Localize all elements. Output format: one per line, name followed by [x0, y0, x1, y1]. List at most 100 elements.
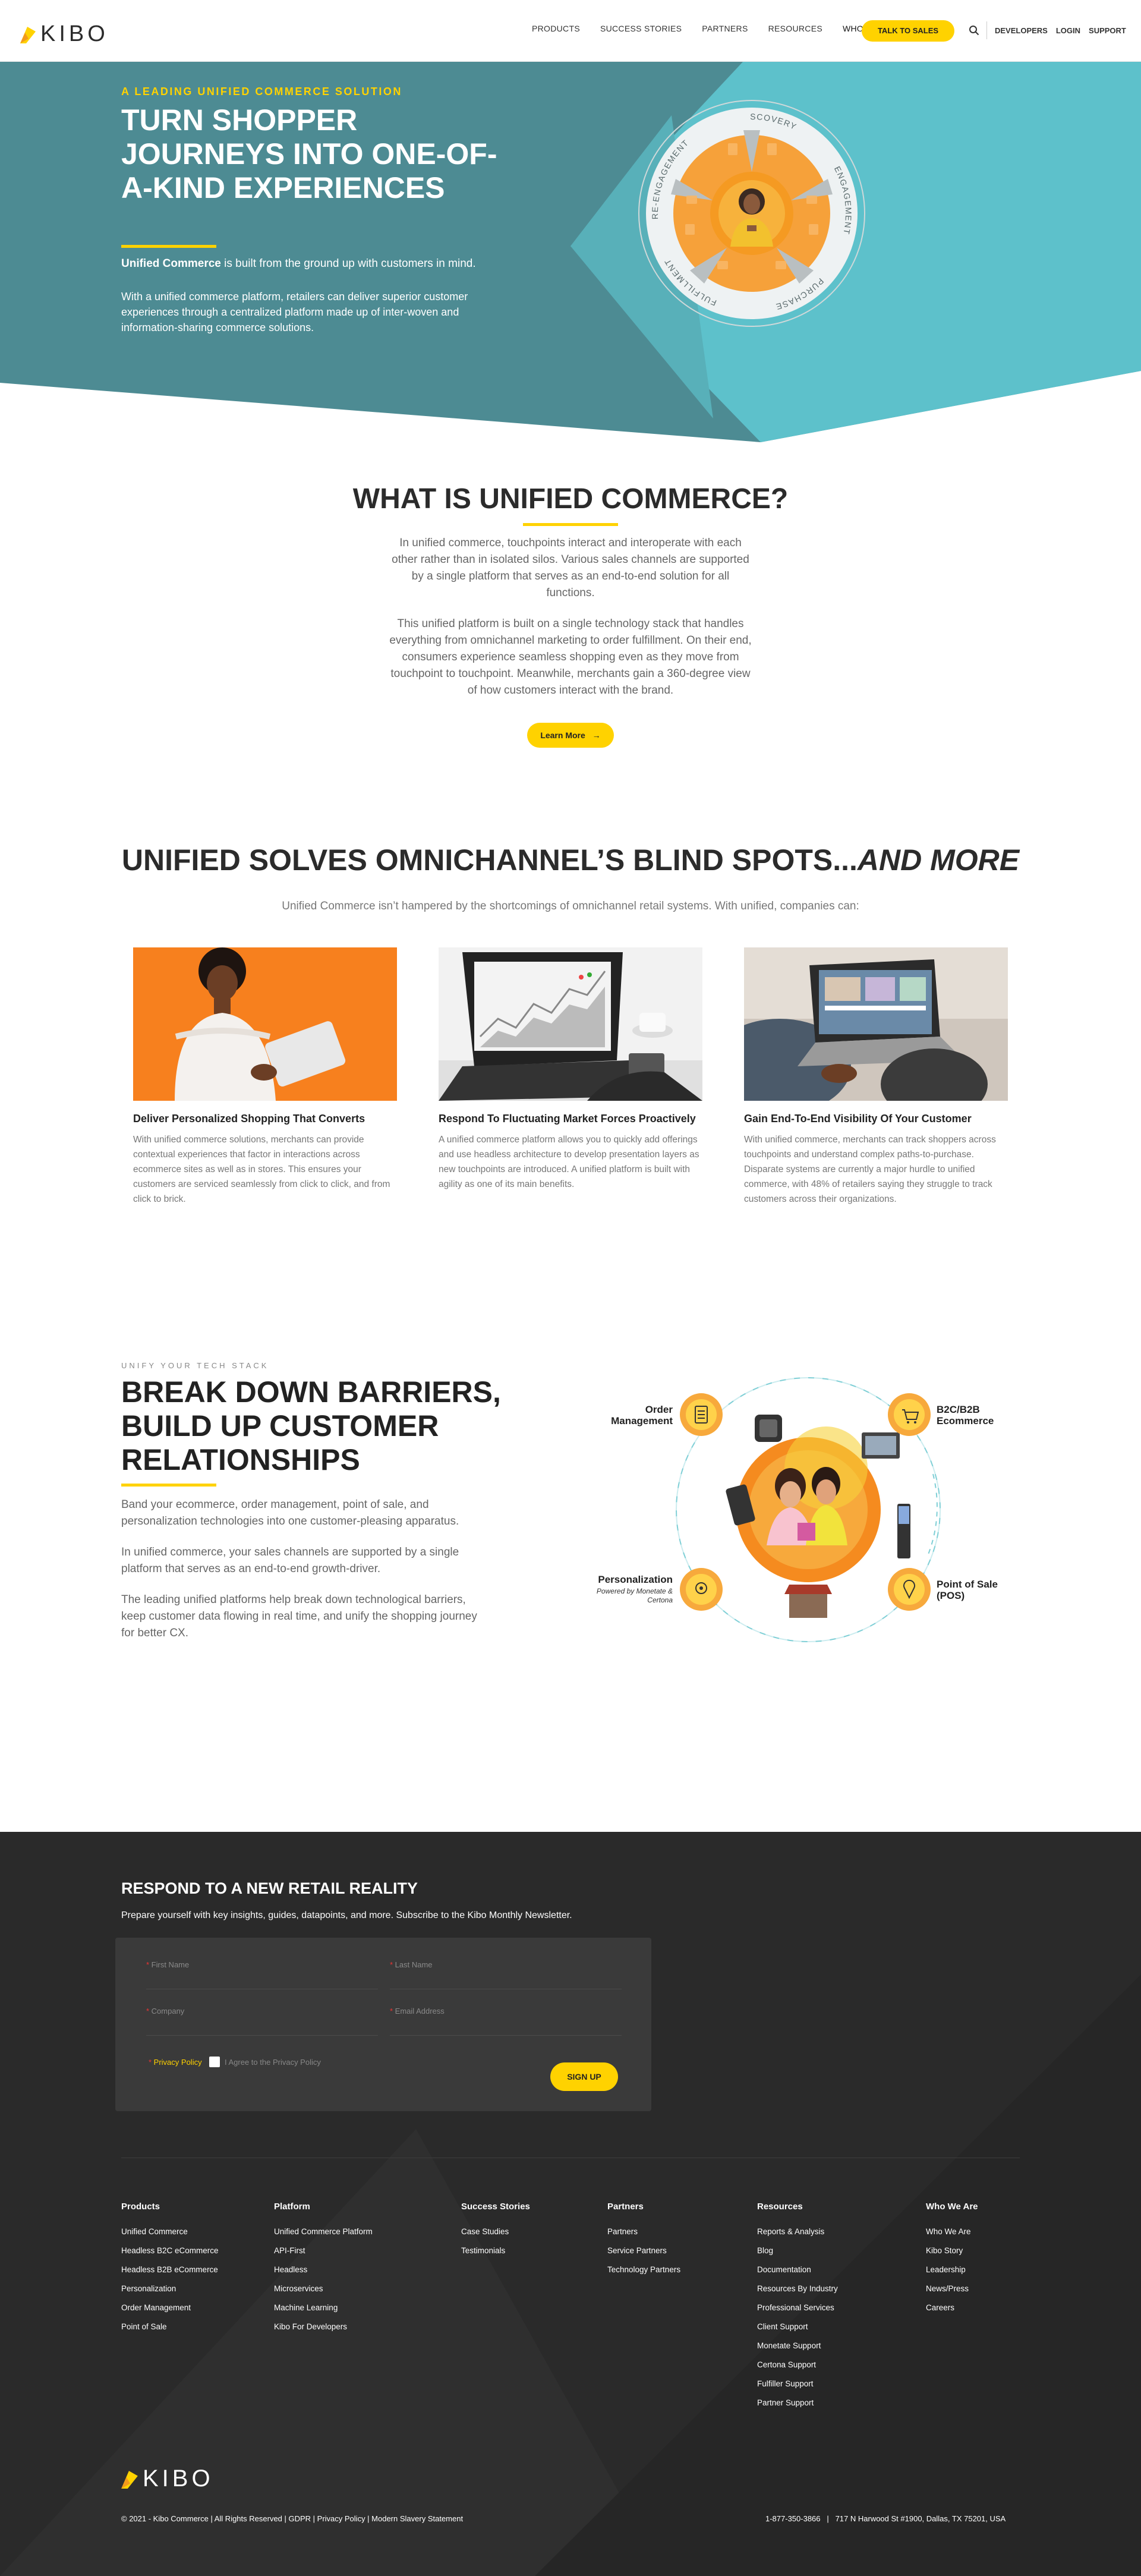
kibo-mark-icon [121, 2470, 138, 2489]
footer-link[interactable]: Documentation [757, 2260, 838, 2279]
first-name-placeholder: First Name [151, 1960, 190, 1969]
support-link[interactable]: SUPPORT [1089, 26, 1126, 35]
footer-link[interactable]: Partners [607, 2222, 680, 2241]
footer-link[interactable]: Personalization [121, 2279, 219, 2298]
company-underline [146, 2035, 378, 2036]
wheel-stage-re-engagement: RE-ENGAGEMENT [650, 137, 690, 219]
barriers-paragraph-1: Band your ecommerce, order management, p… [121, 1498, 459, 1528]
footer-link[interactable]: Leadership [926, 2260, 978, 2279]
nav-partners[interactable]: PARTNERS [702, 24, 748, 33]
hero-eyebrow: A LEADING UNIFIED COMMERCE SOLUTION [121, 86, 402, 97]
footer-link[interactable]: Case Studies [461, 2222, 530, 2241]
card-title: Deliver Personalized Shopping That Conve… [133, 1113, 365, 1125]
developers-link[interactable]: DEVELOPERS [995, 26, 1048, 35]
hero-description: With a unified commerce platform, retail… [121, 291, 468, 333]
talk-to-sales-button[interactable]: TALK TO SALES [862, 20, 954, 42]
learn-more-label: Learn More [540, 730, 585, 740]
hero-intro-rest: is built from the ground up with custome… [220, 257, 476, 270]
nav-success-stories[interactable]: SUCCESS STORIES [600, 24, 682, 33]
footer-link[interactable]: Who We Are [926, 2222, 978, 2241]
footer-link[interactable]: Kibo For Developers [274, 2317, 373, 2336]
footer-link[interactable]: Technology Partners [607, 2260, 680, 2279]
privacy-policy-label: Privacy Policy [153, 2058, 202, 2067]
nav-products[interactable]: PRODUCTS [532, 24, 580, 33]
footer-link[interactable]: Blog [757, 2241, 838, 2260]
page: KIBO PRODUCTS SUCCESS STORIES PARTNERS R… [0, 0, 1141, 2576]
footer-link[interactable]: Testimonials [461, 2241, 530, 2260]
footer-link[interactable]: Machine Learning [274, 2298, 373, 2317]
arrow-right-icon: → [592, 730, 601, 740]
blind-spots-title-main: UNIFIED SOLVES OMNICHANNEL’S BLIND SPOTS… [121, 843, 858, 877]
footer-column-resources: Resources Reports & Analysis Blog Docume… [757, 2202, 838, 2413]
header-divider [986, 21, 987, 39]
first-name-field[interactable]: * First Name [146, 1960, 189, 1969]
last-name-field[interactable]: * Last Name [390, 1960, 433, 1969]
wheel-stage-fulfillment: FULFILLMENT [662, 257, 717, 308]
learn-more-button[interactable]: Learn More → [527, 723, 614, 748]
node-personalization: Personalization [598, 1574, 673, 1585]
kibo-mark-icon [20, 26, 36, 43]
footer-link[interactable]: Reports & Analysis [757, 2222, 838, 2241]
what-paragraph-2: This unified platform is built on a sing… [389, 618, 752, 697]
footer-link[interactable]: Kibo Story [926, 2241, 978, 2260]
copyright-text: © 2021 - Kibo Commerce | All Rights Rese… [121, 2514, 464, 2523]
footer-link[interactable]: Monetate Support [757, 2336, 838, 2355]
what-divider [523, 523, 618, 526]
footer-link[interactable]: Service Partners [607, 2241, 680, 2260]
privacy-policy-link[interactable]: * Privacy Policy [149, 2058, 202, 2067]
footer-link[interactable]: Headless [274, 2260, 373, 2279]
unified-platform-diagram [675, 1377, 941, 1643]
footer-link[interactable]: Partner Support [757, 2394, 838, 2413]
footer-link[interactable]: Headless B2C eCommerce [121, 2241, 219, 2260]
footer-link[interactable]: Point of Sale [121, 2317, 219, 2336]
svg-text:RE-ENGAGEMENT: RE-ENGAGEMENT [650, 137, 691, 219]
node-order-management: Order Management [611, 1404, 673, 1426]
footer-heading: Resources [757, 2202, 803, 2212]
journey-wheel-labels: DISCOVERY ENGAGEMENT PURCHASE FULFILLMEN… [650, 112, 853, 312]
footer-heading: Products [121, 2202, 160, 2212]
barriers-paragraph-2: In unified commerce, your sales channels… [121, 1546, 459, 1575]
footer-column-success-stories: Success Stories Case Studies Testimonial… [461, 2202, 530, 2260]
search-icon[interactable] [969, 25, 979, 36]
nav-resources[interactable]: RESOURCES [768, 24, 822, 33]
footer-link[interactable]: Unified Commerce Platform [274, 2222, 373, 2241]
footer-link[interactable]: Order Management [121, 2298, 219, 2317]
hero-intro-bold: Unified Commerce [121, 257, 221, 270]
login-link[interactable]: LOGIN [1056, 26, 1080, 35]
company-field[interactable]: * Company [146, 2007, 184, 2016]
barriers-divider [121, 1484, 216, 1487]
utility-nav: DEVELOPERS LOGIN SUPPORT [995, 26, 1126, 35]
footer-link[interactable]: Careers [926, 2298, 978, 2317]
company-placeholder: Company [151, 2007, 185, 2016]
footer-heading: Platform [274, 2202, 310, 2212]
footer-column-partners: Partners Partners Service Partners Techn… [607, 2202, 680, 2279]
main-nav: PRODUCTS SUCCESS STORIES PARTNERS RESOUR… [532, 24, 900, 33]
footer-link[interactable]: News/Press [926, 2279, 978, 2298]
sign-up-button[interactable]: SIGN UP [550, 2062, 618, 2091]
footer-link[interactable]: Headless B2B eCommerce [121, 2260, 219, 2279]
kibo-logo[interactable]: KIBO [20, 21, 109, 47]
footer-link[interactable]: Fulfiller Support [757, 2375, 838, 2394]
footer-link[interactable]: Certona Support [757, 2355, 838, 2375]
footer-link[interactable]: Microservices [274, 2279, 373, 2298]
card-image-laptop-shopper [744, 947, 1008, 1101]
barriers-title: BREAK DOWN BARRIERS, BUILD UP CUSTOMER R… [121, 1375, 501, 1476]
footer-logo[interactable]: KIBO [121, 2465, 214, 2492]
email-field[interactable]: * Email Address [390, 2007, 445, 2016]
footer-link[interactable]: Resources By Industry [757, 2279, 838, 2298]
privacy-checkbox[interactable] [209, 2057, 220, 2067]
footer-link[interactable]: API-First [274, 2241, 373, 2260]
blind-spots-title-italic: AND MORE [857, 843, 1020, 877]
footer-brand-name: KIBO [143, 2465, 214, 2492]
footer-column-who-we-are: Who We Are Who We Are Kibo Story Leaders… [926, 2202, 978, 2317]
barriers-paragraph-3: The leading unified platforms help break… [121, 1594, 477, 1639]
svg-text:DISCOVERY: DISCOVERY [748, 112, 798, 215]
card-image-laptop-chart [439, 947, 702, 1101]
what-paragraph-1: In unified commerce, touchpoints interac… [392, 537, 749, 599]
card-image-tablet-shopper [133, 947, 397, 1101]
benefit-card: Deliver Personalized Shopping That Conve… [133, 947, 397, 1207]
privacy-agree-label: I Agree to the Privacy Policy [225, 2058, 321, 2067]
footer-link[interactable]: Client Support [757, 2317, 838, 2336]
footer-link[interactable]: Professional Services [757, 2298, 838, 2317]
footer-link[interactable]: Unified Commerce [121, 2222, 219, 2241]
